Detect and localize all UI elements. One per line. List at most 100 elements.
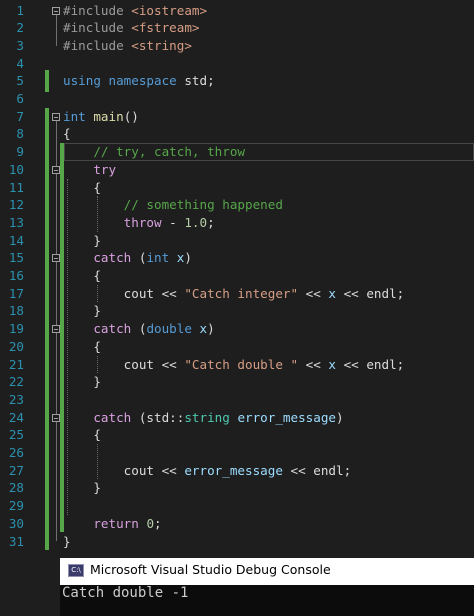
code-editor[interactable]: 1 #include <iostream> 2 #include <fstream> 3… — [0, 0, 474, 553]
code-token: 1.0 — [184, 214, 208, 230]
line-number: 15 — [8, 250, 24, 266]
code-line[interactable]: 1 #include <iostream> — [0, 2, 474, 20]
code-token: 0 — [146, 515, 155, 531]
change-bar — [45, 70, 49, 92]
fold-toggle-icon[interactable] — [52, 6, 60, 15]
code-token: <string> — [131, 37, 192, 53]
code-token: (std:: — [131, 409, 185, 425]
code-text: { — [63, 267, 101, 285]
code-line[interactable]: 17 cout << "Catch integer" << x << endl; — [0, 285, 474, 303]
code-line[interactable]: 30 return 0; — [0, 515, 474, 533]
code-text: cout << "Catch integer" << x << endl; — [63, 285, 405, 303]
code-token: catch — [93, 321, 132, 337]
code-line[interactable]: 10 try — [0, 161, 474, 179]
code-line[interactable]: 8{ — [0, 125, 474, 143]
code-token: ( — [131, 250, 147, 266]
code-text: } — [63, 373, 101, 391]
line-number: 23 — [8, 391, 24, 407]
code-token: string — [184, 409, 230, 425]
code-text: try — [63, 161, 116, 179]
line-number: 20 — [8, 338, 24, 354]
code-token: return — [93, 515, 139, 531]
code-text: cout << "Catch double " << x << endl; — [63, 356, 405, 374]
code-token: ( — [131, 321, 147, 337]
current-line-highlight — [64, 143, 474, 161]
code-line[interactable]: 21 cout << "Catch double " << x << endl; — [0, 356, 474, 374]
line-number: 31 — [8, 533, 24, 549]
code-token: x — [199, 321, 208, 337]
fold-toggle-icon[interactable] — [52, 112, 60, 121]
code-token: << endl; — [282, 462, 352, 478]
code-text: { — [63, 179, 101, 197]
code-line[interactable]: 19 catch (double x) — [0, 320, 474, 338]
code-token: int — [63, 108, 94, 124]
line-number: 7 — [16, 108, 24, 124]
code-token: #include — [63, 2, 132, 18]
line-number: 26 — [8, 445, 24, 460]
code-token: { — [63, 268, 101, 283]
code-text: // something happened — [63, 196, 283, 214]
line-number: 12 — [8, 197, 24, 213]
console-title-bar[interactable]: C:\ Microsoft Visual Studio Debug Consol… — [60, 558, 474, 585]
indent-guide — [97, 355, 98, 374]
code-line[interactable]: 15 catch (int x) — [0, 249, 474, 267]
fold-toggle-icon[interactable] — [52, 325, 60, 334]
console-window[interactable]: Catch double -1 — [60, 585, 474, 616]
code-line[interactable]: 26 — [0, 444, 474, 462]
code-line[interactable]: 20 { — [0, 338, 474, 356]
code-line[interactable]: 4 — [0, 55, 474, 73]
code-line[interactable]: 5 using namespace std; — [0, 72, 474, 90]
code-line[interactable]: 6 — [0, 90, 474, 108]
code-token: // something happened — [123, 197, 283, 213]
code-token: int — [146, 250, 170, 266]
code-line[interactable]: 3 #include <string> — [0, 37, 474, 55]
line-number: 13 — [8, 214, 24, 230]
code-line[interactable]: 23 — [0, 391, 474, 409]
code-line[interactable]: 22 } — [0, 373, 474, 391]
code-text: #include <string> — [63, 37, 192, 55]
code-line[interactable]: 12 // something happened — [0, 196, 474, 214]
code-token: cout << — [63, 285, 185, 301]
code-line[interactable]: 13 throw - 1.0; — [0, 214, 474, 232]
fold-toggle-icon[interactable] — [52, 165, 60, 174]
code-text: return 0; — [63, 515, 162, 533]
code-line[interactable]: 29 — [0, 497, 474, 515]
fold-guide — [56, 13, 57, 46]
code-token: std; — [184, 73, 215, 89]
code-text: #include <iostream> — [63, 2, 207, 20]
code-token: using namespace — [63, 73, 185, 89]
code-line[interactable]: 2 #include <fstream> — [0, 19, 474, 37]
code-line[interactable]: 16 { — [0, 267, 474, 285]
line-number: 29 — [8, 498, 24, 514]
code-text: int main() — [63, 108, 139, 126]
code-line[interactable]: 31} — [0, 533, 474, 551]
line-number: 18 — [8, 303, 24, 319]
code-token: } — [63, 374, 101, 390]
code-token: } — [63, 303, 101, 319]
code-text: using namespace std; — [63, 72, 215, 90]
code-token: #include — [63, 37, 132, 53]
code-token: - — [161, 214, 185, 230]
indent-guide — [97, 196, 98, 232]
code-line[interactable]: 27 cout << error_message << endl; — [0, 462, 474, 480]
code-token: ; — [154, 515, 162, 531]
code-text: { — [63, 426, 101, 444]
fold-toggle-icon[interactable] — [52, 413, 60, 422]
line-number: 3 — [16, 37, 24, 53]
code-line[interactable]: 7 int main() — [0, 108, 474, 126]
line-number: 21 — [8, 356, 24, 372]
line-number: 1 — [16, 2, 24, 18]
code-token: { — [63, 427, 101, 443]
code-line[interactable]: 18 } — [0, 302, 474, 320]
code-line[interactable]: 28 } — [0, 479, 474, 497]
code-text: catch (std::string error_message) — [63, 409, 343, 427]
code-line[interactable]: 11 { — [0, 179, 474, 197]
fold-toggle-icon[interactable] — [52, 254, 60, 263]
code-text: } — [63, 533, 71, 551]
code-token: x — [328, 285, 336, 301]
code-token: cout << — [63, 462, 185, 478]
code-line[interactable]: 24 catch (std::string error_message) — [0, 409, 474, 427]
code-line[interactable]: 25 { — [0, 426, 474, 444]
code-line[interactable]: 14 } — [0, 232, 474, 250]
